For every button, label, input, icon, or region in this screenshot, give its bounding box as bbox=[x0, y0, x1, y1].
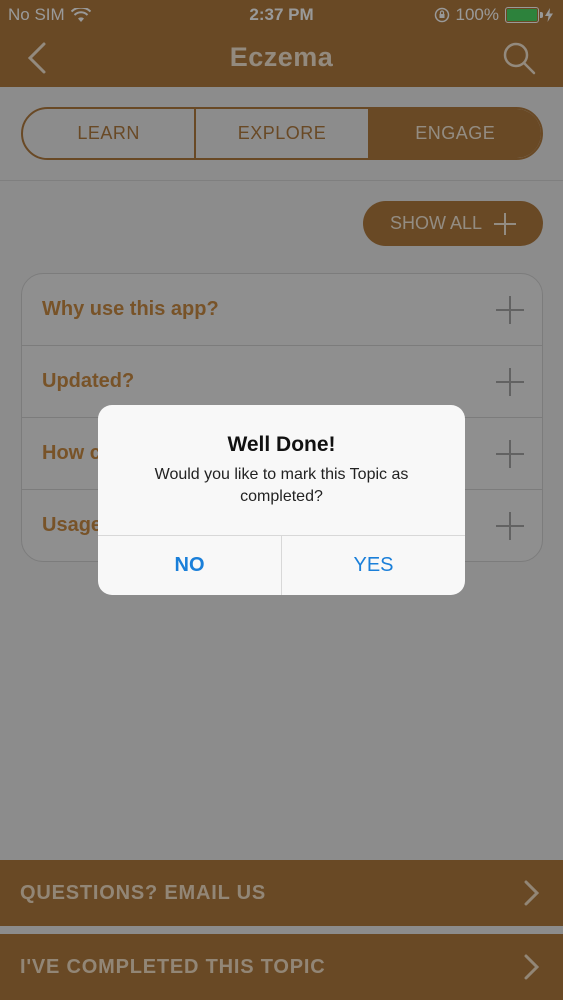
dialog-actions: NO YES bbox=[98, 535, 465, 595]
dialog-message: Would you like to mark this Topic as com… bbox=[154, 466, 409, 505]
dialog-title: Well Done! bbox=[227, 433, 336, 456]
no-button[interactable]: NO bbox=[98, 536, 282, 595]
yes-button[interactable]: YES bbox=[282, 536, 465, 595]
alert-dialog: Well Done! Would you like to mark this T… bbox=[98, 405, 465, 595]
